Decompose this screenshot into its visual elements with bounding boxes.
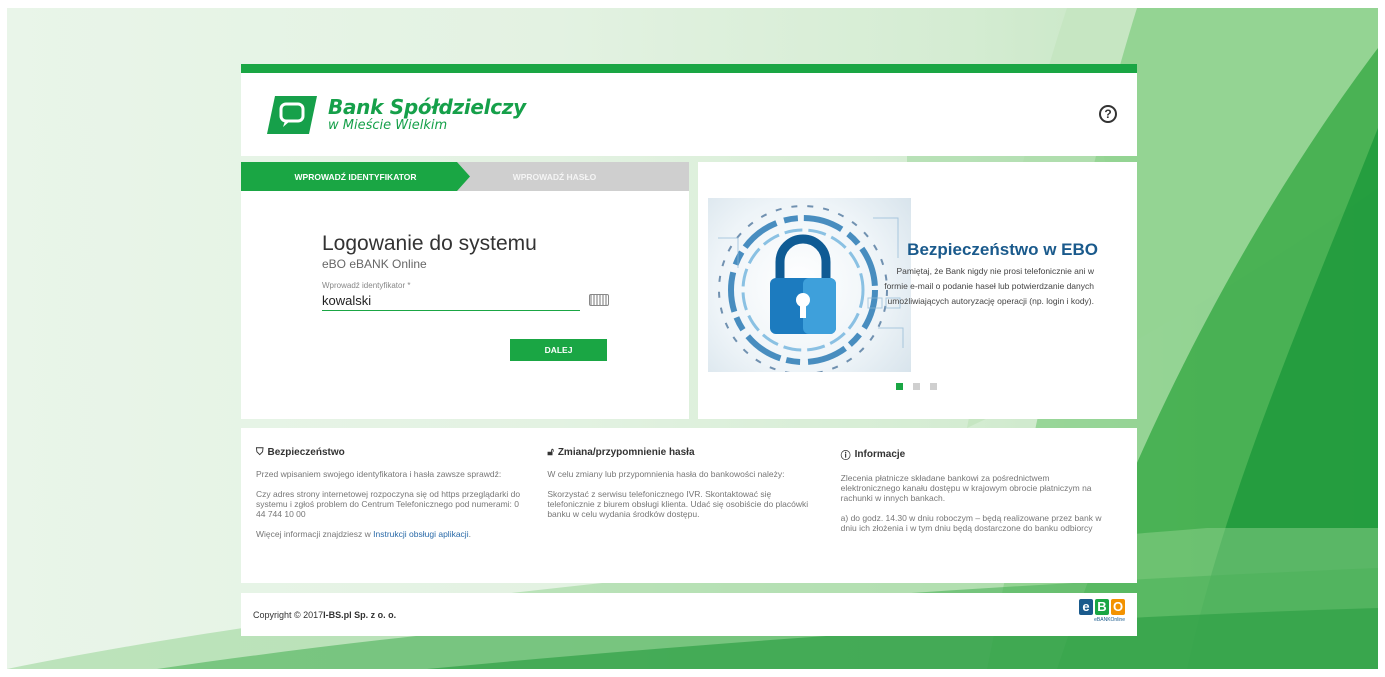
login-container: Bank Spółdzielczy w Mieście Wielkim ? WP… [241,64,1137,636]
instructions-link[interactable]: Instrukcji obsługi aplikacji [373,529,468,539]
identifier-label: Wprowadź identyfikator * [322,281,411,290]
security-p2: Czy adres strony internetowej rozpoczyna… [256,489,521,519]
information-title: Informacje [854,449,906,460]
carousel-dot-3[interactable] [930,383,937,390]
ebo-logo: e B O eBANKOnline [1079,599,1125,623]
header: Bank Spółdzielczy w Mieście Wielkim ? [241,73,1137,156]
bank-logo-icon [267,95,317,134]
security-p1: Przed wpisaniem swojego identyfikatora i… [256,469,502,479]
information-p2: a) do godz. 14.30 w dniu roboczym – będą… [840,513,1102,533]
copyright-company: I-BS.pl Sp. z o. o. [323,609,397,620]
padlock-image [708,198,911,372]
password-title: Zmiana/przypomnienie hasła [557,447,695,458]
login-panel: WPROWADŹ IDENTYFIKATOR WPROWADŹ HASŁO Lo… [241,162,689,419]
ebo-letter-o: O [1111,599,1125,615]
page-background: Bank Spółdzielczy w Mieście Wielkim ? WP… [7,8,1378,669]
login-subtitle: eBO eBANK Online [322,257,427,271]
bank-logo[interactable]: Bank Spółdzielczy w Mieście Wielkim [328,96,526,133]
security-title: Bezpieczeństwo [267,447,345,458]
virtual-keyboard-icon[interactable] [589,294,609,306]
top-accent-bar [241,64,1137,73]
password-heading: 🔓︎ Zmiana/przypomnienie hasła [547,447,812,458]
ebo-subtitle: eBANKOnline [1094,617,1125,623]
unlock-icon: 🔓︎ [547,447,554,458]
step-enter-password: WPROWADŹ HASŁO [512,171,597,182]
information-p1: Zlecenia płatnicze składane bankowi za p… [840,473,1092,503]
promo-text: Pamiętaj, że Bank nigdy nie prosi telefo… [884,266,1094,306]
password-info: 🔓︎ Zmiana/przypomnienie hasła W celu zmi… [537,447,828,583]
info-circle-icon: ⓘ [840,451,851,462]
info-section: ⛉ Bezpieczeństwo Przed wpisaniem swojego… [241,428,1137,583]
security-info: ⛉ Bezpieczeństwo Przed wpisaniem swojego… [256,447,537,583]
password-p2: Skorzystać z serwisu telefonicznego IVR.… [547,489,809,519]
next-button[interactable]: DALEJ [510,339,607,361]
password-p1: W celu zmiany lub przypomnienia hasła do… [547,469,785,479]
carousel-dot-1[interactable] [896,383,903,390]
shield-icon: ⛉ [256,447,264,458]
bank-name: Bank Spółdzielczy [328,95,526,119]
security-p3: Więcej informacji znajdziesz w Instrukcj… [256,529,521,539]
login-steps: WPROWADŹ IDENTYFIKATOR WPROWADŹ HASŁO [241,162,689,191]
login-form: Logowanie do systemu eBO eBANK Online Wp… [322,232,612,361]
general-info: ⓘ Informacje Zlecenia płatnicze składane… [829,447,1122,583]
promo-title: Bezpieczeństwo w EBO [907,240,1098,259]
identifier-input[interactable] [322,291,580,311]
middle-section: WPROWADŹ IDENTYFIKATOR WPROWADŹ HASŁO Lo… [241,162,1137,419]
security-p3-suffix: . [468,529,471,539]
help-icon[interactable]: ? [1099,105,1117,123]
login-title: Logowanie do systemu [322,232,537,255]
bank-subtitle: w Mieście Wielkim [328,118,448,133]
security-p3-prefix: Więcej informacji znajdziesz w [256,529,374,539]
footer: Copyright © 2017 I-BS.pl Sp. z o. o. e B… [241,593,1137,636]
copyright-prefix: Copyright © 2017 [253,609,324,620]
security-heading: ⛉ Bezpieczeństwo [256,447,521,458]
identifier-row [322,291,612,311]
carousel-dots [896,383,937,390]
ebo-letter-e: e [1079,599,1093,615]
promo-panel: Bezpieczeństwo w EBO Pamiętaj, że Bank n… [698,162,1137,419]
step-enter-identifier: WPROWADŹ IDENTYFIKATOR [241,162,470,191]
ebo-letter-b: B [1095,599,1109,615]
information-heading: ⓘ Informacje [841,447,1106,462]
carousel-dot-2[interactable] [913,383,920,390]
